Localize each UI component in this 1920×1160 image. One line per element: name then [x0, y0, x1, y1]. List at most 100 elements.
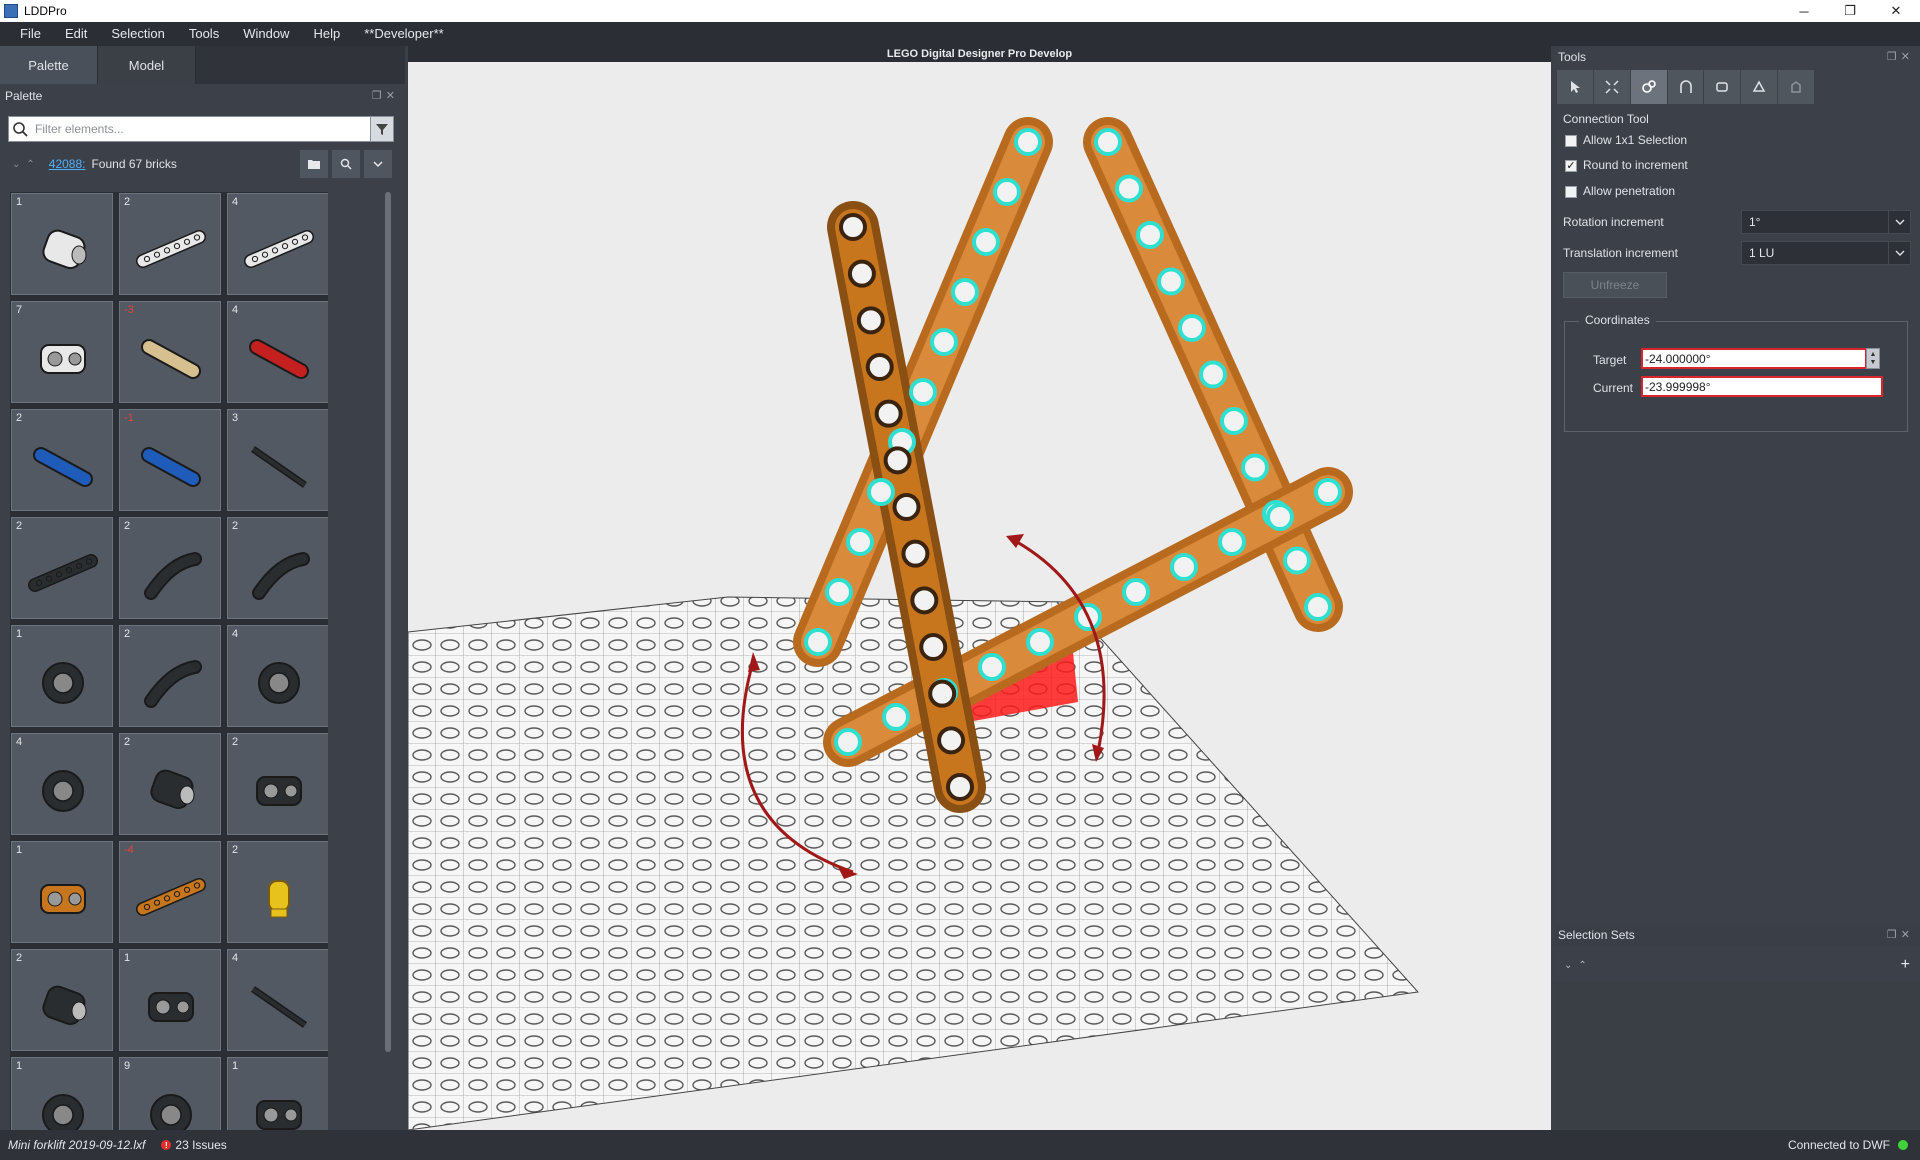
flex-tool-button[interactable]: [1704, 70, 1742, 104]
filter-funnel-button[interactable]: [370, 116, 394, 142]
target-field[interactable]: -24.000000° ▲ ▼: [1641, 348, 1880, 369]
filter-input[interactable]: Filter elements...: [8, 116, 394, 142]
selection-sets-toolbar: ⌄⌃ +: [1554, 948, 1920, 982]
beam-hole: [804, 628, 832, 656]
brick-item[interactable]: 1: [11, 841, 113, 943]
menu-developer[interactable]: **Developer**: [352, 22, 456, 46]
beam-hole: [1115, 174, 1143, 203]
cross-block-icon: [40, 344, 86, 374]
expand-collapse-icons[interactable]: ⌄⌃: [1564, 960, 1593, 971]
menu-edit[interactable]: Edit: [53, 22, 99, 46]
cross-block-icon: [40, 884, 86, 914]
connection-tool-button[interactable]: [1630, 70, 1668, 104]
brick-item[interactable]: 9: [119, 1057, 221, 1130]
panel-float-close-icons[interactable]: ❐✕: [1887, 928, 1914, 941]
clone-tool-button[interactable]: [1741, 70, 1779, 104]
brick-item[interactable]: 2: [227, 841, 328, 943]
set-link[interactable]: 42088:: [49, 157, 86, 171]
fit-tool-button[interactable]: [1593, 70, 1631, 104]
brick-item[interactable]: -1: [119, 409, 221, 511]
rotation-increment-select[interactable]: 1°: [1741, 210, 1911, 234]
brick-item[interactable]: 1: [11, 1057, 113, 1130]
brick-item[interactable]: 2: [119, 517, 221, 619]
select-tool-button[interactable]: [1557, 70, 1594, 104]
brick-count: 2: [16, 412, 23, 424]
menu-window[interactable]: Window: [231, 22, 301, 46]
beam-7-icon: [136, 230, 206, 268]
round-increment-checkbox[interactable]: ✓: [1565, 160, 1577, 172]
brick-item[interactable]: 4: [227, 193, 328, 295]
brick-item[interactable]: 1: [227, 1057, 328, 1130]
expand-collapse-icons[interactable]: ⌄⌃: [12, 159, 41, 170]
tab-palette[interactable]: Palette: [0, 46, 98, 84]
palette-title: Palette: [5, 89, 43, 103]
brick-item[interactable]: 4: [11, 733, 113, 835]
brick-item[interactable]: 2: [119, 193, 221, 295]
beam-hole: [882, 703, 910, 731]
dropdown-button[interactable]: [364, 150, 392, 178]
brick-item[interactable]: 1: [119, 949, 221, 1051]
brick-item[interactable]: 1: [11, 193, 113, 295]
cross-block-icon: [256, 776, 302, 806]
round-increment-label: Round to increment: [1583, 158, 1688, 172]
connected-status-icon: [1898, 1140, 1908, 1150]
panel-float-close-icons[interactable]: ❐✕: [1887, 50, 1914, 63]
folder-button[interactable]: [300, 150, 328, 178]
panel-float-close-icons[interactable]: ❐✕: [372, 89, 399, 102]
scene-canvas[interactable]: [408, 62, 1551, 1130]
3d-viewport[interactable]: LEGO Digital Designer Pro Develop: [408, 46, 1551, 1130]
brick-item[interactable]: 4: [227, 625, 328, 727]
gear-icon: [42, 662, 84, 704]
allow-penetration-label: Allow penetration: [1583, 184, 1676, 198]
curved-beam-icon: [144, 660, 202, 708]
tab-model[interactable]: Model: [98, 46, 196, 84]
menu-selection[interactable]: Selection: [99, 22, 176, 46]
tools-panel: Tools ❐✕ Connection Tool Allow 1x1 Selec…: [1554, 46, 1920, 1130]
brick-count: 2: [16, 520, 23, 532]
brick-item[interactable]: 2: [227, 733, 328, 835]
paint-tool-button[interactable]: [1778, 70, 1816, 104]
connection-status: Connected to DWF: [1787, 1138, 1890, 1152]
brick-item[interactable]: 2: [11, 409, 113, 511]
brick-item[interactable]: 4: [227, 301, 328, 403]
brick-item[interactable]: 3: [227, 409, 328, 511]
brick-item[interactable]: 2: [11, 517, 113, 619]
issues-indicator[interactable]: ! 23 Issues: [161, 1138, 227, 1152]
issues-count: 23 Issues: [175, 1138, 227, 1152]
menu-help[interactable]: Help: [301, 22, 352, 46]
palette-scrollbar[interactable]: [385, 192, 391, 1052]
brick-item[interactable]: 2: [119, 625, 221, 727]
brick-item[interactable]: -4: [119, 841, 221, 943]
search-button[interactable]: [332, 150, 360, 178]
translation-increment-label: Translation increment: [1563, 246, 1678, 260]
brick-item[interactable]: 4: [227, 949, 328, 1051]
beam-hole: [978, 653, 1006, 681]
close-button[interactable]: ✕: [1873, 0, 1919, 22]
file-name: Mini forklift 2019-09-12.lxf: [8, 1138, 146, 1152]
brick-item[interactable]: 2: [119, 733, 221, 835]
tool-toolbar: [1557, 70, 1816, 104]
allow-1x1-checkbox[interactable]: [1565, 135, 1577, 147]
gear-icon: [258, 662, 300, 704]
unfreeze-button[interactable]: Unfreeze: [1563, 272, 1667, 298]
translation-increment-select[interactable]: 1 LU: [1741, 241, 1911, 265]
add-selection-set-button[interactable]: +: [1901, 956, 1910, 974]
hinge-tool-button[interactable]: [1667, 70, 1705, 104]
menu-file[interactable]: File: [8, 22, 53, 46]
brick-item[interactable]: 2: [11, 949, 113, 1051]
brick-count: 2: [232, 844, 239, 856]
brick-count: 1: [16, 844, 23, 856]
brick-item[interactable]: 2: [227, 517, 328, 619]
target-label: Target: [1593, 353, 1627, 367]
brick-item[interactable]: -3: [119, 301, 221, 403]
restore-button[interactable]: ❐: [1827, 0, 1873, 22]
brick-item[interactable]: 7: [11, 301, 113, 403]
allow-penetration-checkbox[interactable]: [1565, 186, 1577, 198]
beam-hole: [1094, 128, 1122, 156]
minimize-button[interactable]: ─: [1781, 0, 1827, 22]
menu-tools[interactable]: Tools: [177, 22, 231, 46]
current-field[interactable]: -23.999998°: [1641, 376, 1883, 397]
target-spinner[interactable]: ▲ ▼: [1866, 348, 1880, 369]
brick-item[interactable]: 1: [11, 625, 113, 727]
chevron-down-icon: [373, 161, 383, 168]
